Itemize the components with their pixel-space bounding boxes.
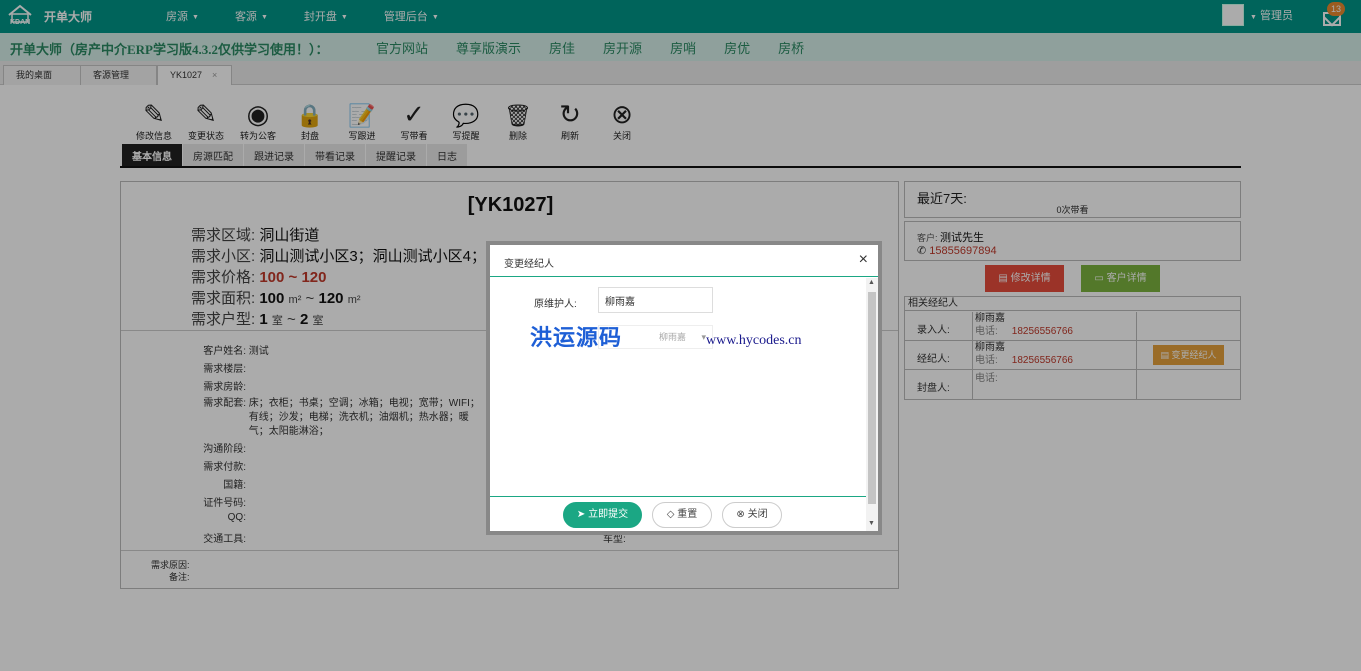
change-agent-modal: 变更经纪人 × 原维护人: 柳雨嘉▾ 洪运源码 www.hycodes.cn ▲… (486, 241, 882, 535)
scroll-up-icon[interactable]: ▲ (868, 279, 875, 286)
scroll-down-icon[interactable]: ▼ (868, 520, 875, 527)
select-value: 柳雨嘉 (659, 332, 687, 342)
button-label: 立即提交 (588, 509, 629, 520)
modal-body: 原维护人: 柳雨嘉▾ 洪运源码 www.hycodes.cn (490, 278, 866, 496)
scrollbar-thumb[interactable] (868, 292, 876, 504)
submit-button[interactable]: ➤ 立即提交 (563, 502, 642, 528)
watermark-url: www.hycodes.cn (706, 333, 802, 348)
close-circle-icon: ⊗ (736, 509, 745, 520)
button-label: 重置 (677, 509, 698, 520)
send-icon: ➤ (576, 509, 586, 520)
watermark-text: 洪运源码 (530, 325, 623, 351)
modal-scrollbar[interactable]: ▲ ▼ (866, 278, 878, 531)
modal-header: 变更经纪人 × (490, 245, 878, 277)
reset-button[interactable]: ◇ 重置 (652, 502, 712, 528)
eraser-icon: ◇ (666, 509, 675, 520)
modal-footer: ➤ 立即提交 ◇ 重置 ⊗ 关闭 (490, 496, 866, 531)
button-label: 关闭 (747, 509, 768, 520)
close-icon[interactable]: × (859, 251, 868, 269)
modal-title: 变更经纪人 (504, 259, 554, 270)
modal-close-button[interactable]: ⊗ 关闭 (722, 502, 782, 528)
original-agent-label: 原维护人: (534, 299, 577, 310)
original-agent-input[interactable] (598, 287, 713, 313)
